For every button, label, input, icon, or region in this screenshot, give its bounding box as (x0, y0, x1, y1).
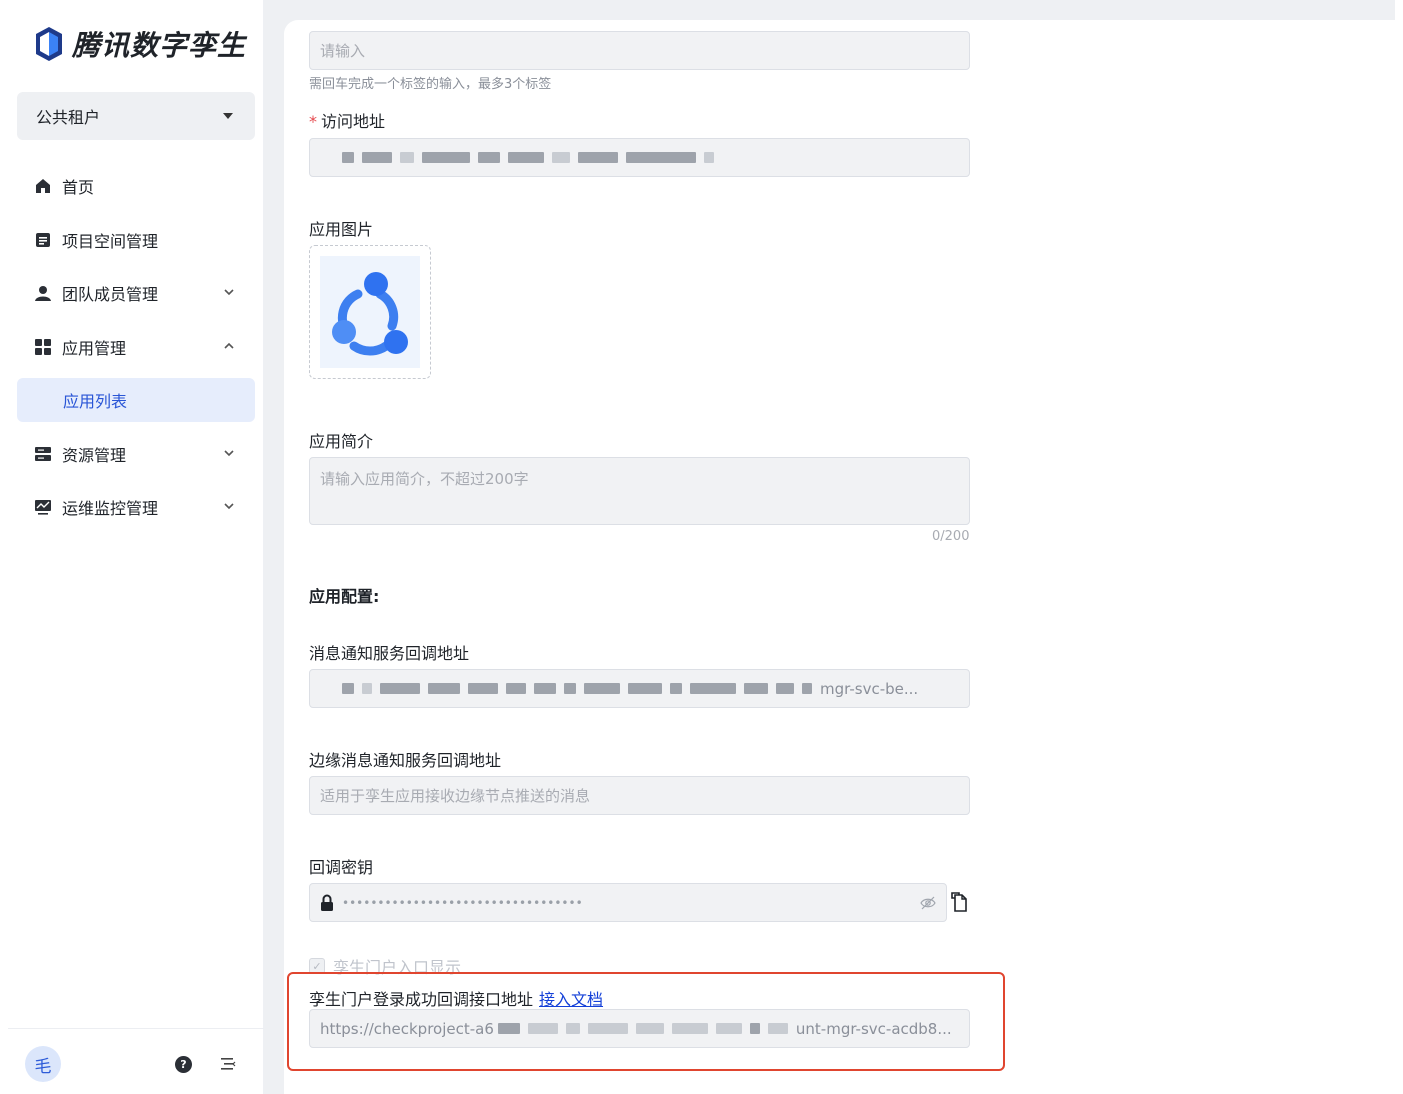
edge-callback-placeholder: 适用于孪生应用接收边缘节点推送的消息 (320, 787, 591, 805)
sidebar-item-label: 团队成员管理 (62, 285, 159, 304)
chevron-up-icon (224, 342, 234, 349)
integration-doc-link[interactable]: 接入文档 (539, 990, 603, 1009)
home-icon (34, 177, 52, 195)
sidebar-nav: 首页 项目空间管理 团队成员管理 应用管理 应用列表 资源管理 运维监控管理 (17, 164, 255, 539)
help-icon[interactable]: ? (175, 1056, 192, 1073)
sidebar-item-label: 应用管理 (62, 338, 127, 358)
sidebar: 腾讯数字孪生 公共租户 首页 项目空间管理 团队成员管理 应用管理 应用列表 资… (8, 0, 264, 1094)
grid-icon (34, 338, 52, 356)
avatar[interactable]: 毛 (25, 1046, 61, 1082)
sidebar-item-label: 首页 (62, 178, 95, 197)
document-icon (34, 231, 52, 249)
app-image (320, 256, 420, 368)
intro-placeholder: 请输入应用简介，不超过200字 (320, 470, 529, 488)
login-callback-prefix: https://checkproject-a6 (320, 1019, 494, 1038)
sidebar-item-home[interactable]: 首页 (17, 164, 255, 208)
user-icon (34, 284, 52, 302)
monitor-icon (34, 498, 52, 516)
sidebar-item-label: 应用列表 (63, 392, 128, 411)
sidebar-item-monitoring[interactable]: 运维监控管理 (17, 485, 255, 529)
sidebar-footer: 毛 ? (8, 1028, 264, 1094)
url-label: * 访问地址 (309, 108, 385, 132)
sidebar-item-label: 项目空间管理 (62, 231, 159, 251)
callback-value-suffix: mgr-svc-be... (820, 679, 919, 698)
tags-input[interactable]: 请输入 (309, 31, 970, 70)
chevron-down-icon (224, 289, 234, 296)
config-section-title: 应用配置: (309, 587, 380, 606)
login-callback-label-text: 孪生门户登录成功回调接口地址 (309, 990, 534, 1009)
secret-input[interactable]: •••••••••••••••••••••••••••••••••• (309, 883, 947, 922)
app-logo-icon (332, 272, 408, 356)
app-image-upload[interactable] (309, 245, 431, 379)
tenant-select[interactable]: 公共租户 (17, 92, 255, 140)
collapse-menu-icon[interactable] (220, 1056, 236, 1072)
intro-label: 应用简介 (309, 432, 374, 451)
url-label-text: 访问地址 (321, 112, 386, 131)
redacted-text (342, 152, 722, 163)
tags-hint: 需回车完成一个标签的输入，最多3个标签 (309, 77, 552, 92)
logo-text: 腾讯数字孪生 (72, 29, 247, 62)
sidebar-item-apps[interactable]: 应用管理 (17, 325, 255, 369)
secret-label: 回调密钥 (309, 858, 374, 877)
logo-icon (36, 27, 62, 61)
sidebar-item-app-list[interactable]: 应用列表 (17, 378, 255, 422)
callback-input[interactable]: mgr-svc-be... (309, 669, 970, 708)
image-label: 应用图片 (309, 220, 374, 239)
edge-callback-input[interactable]: 适用于孪生应用接收边缘节点推送的消息 (309, 776, 970, 815)
sidebar-item-projects[interactable]: 项目空间管理 (17, 218, 255, 262)
intro-counter: 0/200 (932, 529, 970, 544)
caret-down-icon (223, 113, 233, 119)
secret-value: •••••••••••••••••••••••••••••••••• (342, 895, 583, 910)
callback-label: 消息通知服务回调地址 (309, 644, 470, 663)
login-callback-input[interactable]: https://checkproject-a6 unt-mgr-svc-acdb… (309, 1009, 970, 1048)
sidebar-item-label: 运维监控管理 (62, 499, 159, 518)
chevron-down-icon (224, 503, 234, 510)
copy-icon[interactable] (950, 891, 968, 913)
sidebar-item-team[interactable]: 团队成员管理 (17, 271, 255, 315)
sidebar-item-resources[interactable]: 资源管理 (17, 432, 255, 476)
tags-input-placeholder: 请输入 (320, 42, 366, 60)
redacted-text (342, 683, 820, 694)
required-mark: * (309, 112, 317, 131)
sidebar-item-label: 资源管理 (62, 445, 127, 465)
login-callback-label: 孪生门户登录成功回调接口地址 接入文档 (309, 986, 603, 1010)
form-panel (284, 20, 1395, 1094)
eye-off-icon[interactable] (920, 895, 936, 911)
login-callback-suffix: unt-mgr-svc-acdb8... (795, 1019, 952, 1038)
redacted-text (497, 1023, 796, 1034)
server-icon (34, 445, 52, 463)
logo[interactable]: 腾讯数字孪生 (34, 24, 246, 64)
url-input[interactable] (309, 138, 970, 177)
chevron-down-icon (224, 449, 234, 456)
lock-icon (321, 894, 333, 911)
edge-callback-label: 边缘消息通知服务回调地址 (309, 751, 502, 770)
intro-textarea[interactable]: 请输入应用简介，不超过200字 (309, 457, 970, 525)
tenant-select-value: 公共租户 (36, 108, 101, 127)
